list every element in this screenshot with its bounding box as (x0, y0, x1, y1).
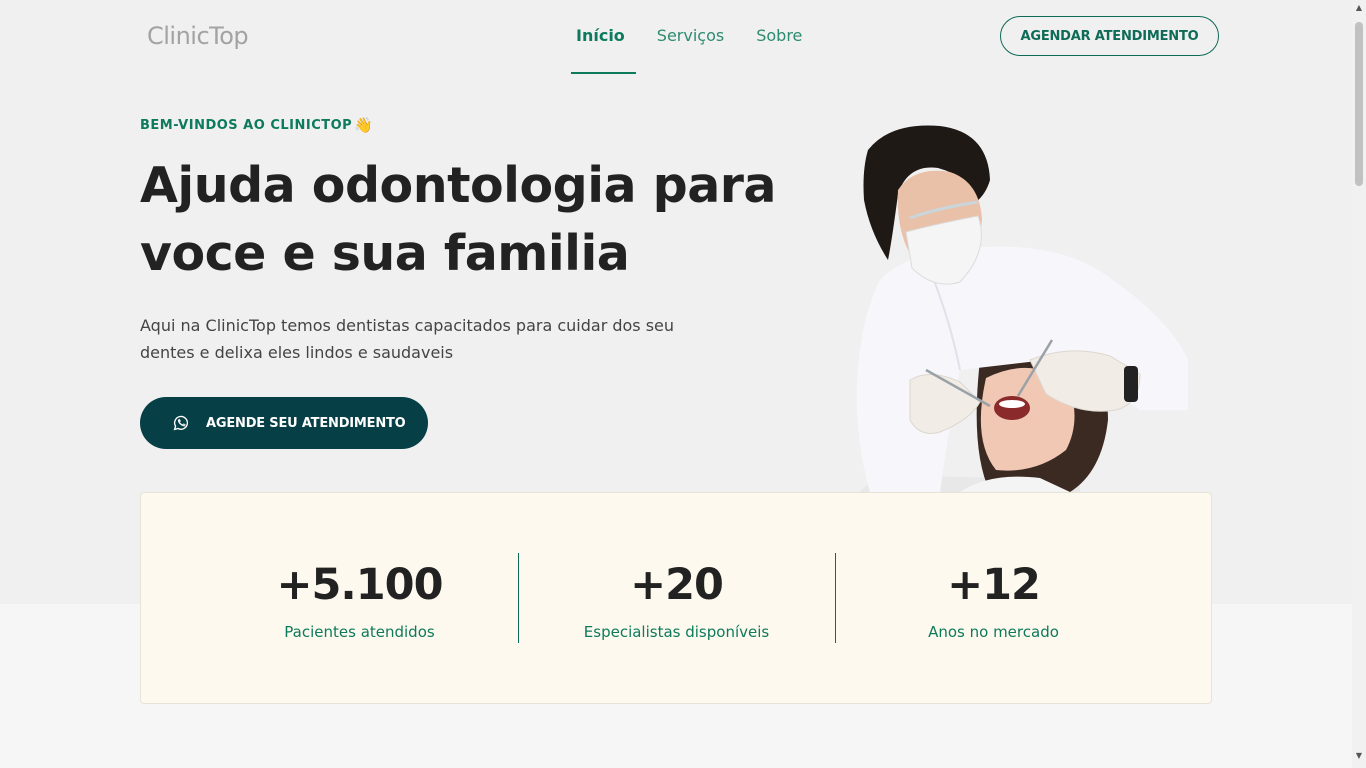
logo[interactable]: ClinicTop (147, 22, 249, 50)
waving-hand-icon: 👋 (354, 116, 374, 134)
page-scrollbar[interactable]: ▲ ▼ (1352, 0, 1366, 768)
hero-headline: Ajuda odontologia para voce e sua famili… (140, 157, 777, 282)
stat-label: Pacientes atendidos (284, 623, 435, 641)
book-appointment-label: AGENDE SEU ATENDIMENTO (206, 415, 406, 431)
nav-item-servicos[interactable]: Serviços (657, 0, 724, 74)
nav-item-sobre[interactable]: Sobre (756, 0, 802, 74)
hero-description: Aqui na ClinicTop temos dentistas capaci… (140, 316, 675, 362)
eyebrow-text: BEM-VINDOS AO CLINICTOP (140, 117, 353, 133)
stat-value: +5.100 (276, 560, 443, 610)
scrollbar-thumb[interactable] (1355, 22, 1363, 186)
stat-specialists: +20 Especialistas disponíveis (518, 553, 835, 643)
scroll-up-icon[interactable]: ▲ (1355, 4, 1363, 12)
stat-value: +20 (630, 560, 724, 610)
dentist-with-patient-image (856, 125, 1188, 492)
schedule-appointment-button[interactable]: AGENDAR ATENDIMENTO (1000, 16, 1219, 56)
welcome-eyebrow: BEM-VINDOS AO CLINICTOP 👋 (140, 116, 373, 134)
main-nav: Início Serviços Sobre (571, 0, 834, 74)
stat-years: +12 Anos no mercado (835, 553, 1152, 643)
stat-label: Especialistas disponíveis (583, 623, 770, 641)
stat-value: +12 (947, 560, 1041, 610)
stat-patients: +5.100 Pacientes atendidos (201, 553, 518, 643)
scroll-down-icon[interactable]: ▼ (1355, 752, 1363, 760)
book-appointment-button[interactable]: AGENDE SEU ATENDIMENTO (140, 397, 428, 449)
stats-panel: +5.100 Pacientes atendidos +20 Especiali… (140, 492, 1212, 704)
stat-label: Anos no mercado (928, 623, 1059, 641)
whatsapp-icon (172, 414, 190, 432)
nav-item-inicio[interactable]: Início (571, 0, 636, 74)
